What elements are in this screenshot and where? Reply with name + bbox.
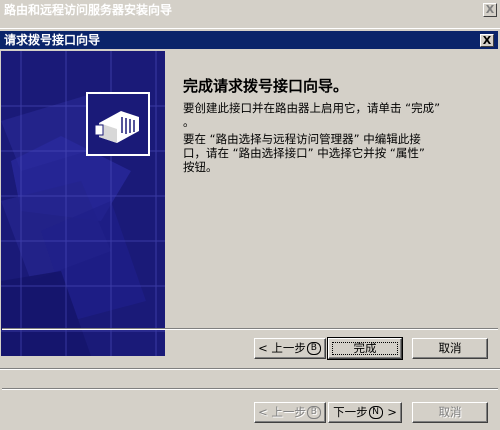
wizard-heading: 完成请求拨号接口向导。 <box>183 77 349 95</box>
outer-window-titlebar: 路由和远程访问服务器安装向导 X <box>0 0 500 20</box>
inner-back-button[interactable]: < 上一步 B <box>254 338 326 359</box>
inner-back-mnemonic: B <box>306 342 321 355</box>
edit-instruction-line2: 口，请在 “路由选择接口” 中选择它并按 “属性” <box>183 146 425 160</box>
close-icon: X <box>482 34 492 47</box>
inner-separator <box>2 328 498 330</box>
inner-close-button[interactable]: X <box>480 34 494 47</box>
edit-instruction-line3: 按钮。 <box>183 160 218 174</box>
close-icon: X <box>485 3 495 16</box>
inner-back-label: < 上一步 <box>258 341 306 355</box>
outer-back-button[interactable]: < 上一步 B <box>254 402 326 423</box>
outer-separator <box>2 388 498 390</box>
outer-back-label: < 上一步 <box>258 405 306 419</box>
inner-finish-button[interactable]: 完成 <box>327 337 403 360</box>
inner-window-titlebar: 请求拨号接口向导 X <box>0 31 498 49</box>
finish-instruction-line2: 。 <box>183 115 195 129</box>
outer-cancel-button[interactable]: 取消 <box>412 402 488 423</box>
outer-next-label: 下一步 <box>333 405 368 419</box>
inner-window-title: 请求拨号接口向导 <box>4 33 101 47</box>
edit-instruction-line1: 要在 “路由选择与远程访问管理器” 中编辑此接 <box>183 132 421 146</box>
banner-artwork <box>1 51 165 356</box>
outer-next-button[interactable]: 下一步 N > <box>328 402 402 423</box>
outer-next-arrow: > <box>383 405 397 419</box>
outer-back-mnemonic: B <box>306 406 321 419</box>
inner-cancel-button[interactable]: 取消 <box>412 338 488 359</box>
outer-window-title: 路由和远程访问服务器安装向导 <box>4 3 173 17</box>
network-card-icon <box>86 92 150 156</box>
wizard-banner <box>1 51 165 356</box>
outer-next-mnemonic: N <box>368 406 383 419</box>
inner-cancel-label: 取消 <box>438 341 462 355</box>
inner-finish-label: 完成 <box>353 341 377 355</box>
outer-cancel-label: 取消 <box>438 405 462 419</box>
demand-dial-wizard-dialog: 请求拨号接口向导 X 完成请求拨号接口向导。 要创建此接口并在路由器上启用它，请… <box>0 28 500 368</box>
finish-instruction-line1: 要创建此接口并在路由器上启用它，请单击 “完成” <box>183 101 441 115</box>
outer-close-button[interactable]: X <box>483 3 497 17</box>
outer-bottom-border <box>0 368 500 370</box>
